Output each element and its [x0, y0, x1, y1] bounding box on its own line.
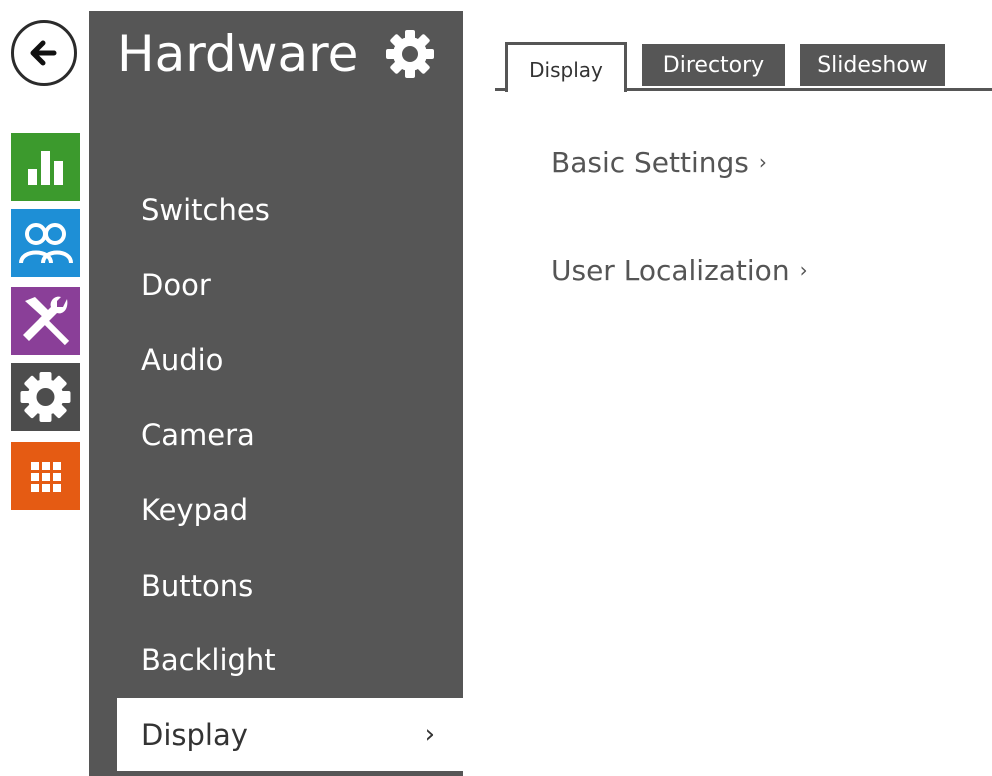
- tab-slideshow[interactable]: Slideshow: [800, 44, 945, 86]
- sidebar-item-camera[interactable]: Camera: [89, 398, 463, 471]
- users-icon: [19, 223, 73, 264]
- basic-settings-link[interactable]: Basic Settings ›: [551, 146, 767, 179]
- system-grid-icon: [31, 462, 61, 492]
- sidebar-item-audio[interactable]: Audio: [89, 323, 463, 396]
- gear-icon: [386, 30, 434, 78]
- user-localization-label: User Localization: [551, 254, 790, 287]
- sidebar-item-backlight[interactable]: Backlight: [89, 623, 463, 696]
- chevron-right-icon: ›: [424, 718, 435, 749]
- back-button[interactable]: [11, 20, 77, 86]
- sidebar-item-label: Switches: [141, 192, 270, 227]
- chevron-right-icon: ›: [799, 258, 808, 282]
- tab-display[interactable]: Display: [505, 42, 627, 92]
- sidebar-item-switches[interactable]: Switches: [89, 173, 463, 246]
- services-tools-icon: [23, 296, 70, 346]
- hardware-button[interactable]: [11, 363, 80, 431]
- sidebar-item-buttons[interactable]: Buttons: [89, 549, 463, 622]
- sidebar-item-label: Backlight: [141, 642, 276, 677]
- sidebar-item-label: Camera: [141, 417, 255, 452]
- sidebar-item-label: Door: [141, 267, 211, 302]
- status-chart-icon: [28, 151, 63, 185]
- basic-settings-label: Basic Settings: [551, 146, 749, 179]
- sidebar-item-label: Display: [141, 717, 248, 752]
- sidebar-item-door[interactable]: Door: [89, 248, 463, 321]
- sidebar-item-label: Keypad: [141, 492, 249, 527]
- hardware-gear-icon: [20, 372, 71, 422]
- sidebar-item-label: Buttons: [141, 568, 254, 603]
- user-localization-link[interactable]: User Localization ›: [551, 254, 808, 287]
- services-button[interactable]: [11, 287, 80, 355]
- hardware-sidebar: Hardware Switches Door Audio Camera Keyp…: [89, 11, 463, 776]
- system-button[interactable]: [11, 442, 80, 510]
- users-button[interactable]: [11, 209, 80, 277]
- sidebar-item-keypad[interactable]: Keypad: [89, 473, 463, 546]
- arrow-left-icon: [30, 40, 57, 66]
- sidebar-item-label: Audio: [141, 342, 224, 377]
- tab-directory[interactable]: Directory: [642, 44, 785, 86]
- sidebar-title: Hardware: [117, 25, 359, 83]
- chevron-right-icon: ›: [758, 150, 767, 174]
- sidebar-item-display[interactable]: Display ›: [117, 698, 463, 771]
- status-button[interactable]: [11, 133, 80, 201]
